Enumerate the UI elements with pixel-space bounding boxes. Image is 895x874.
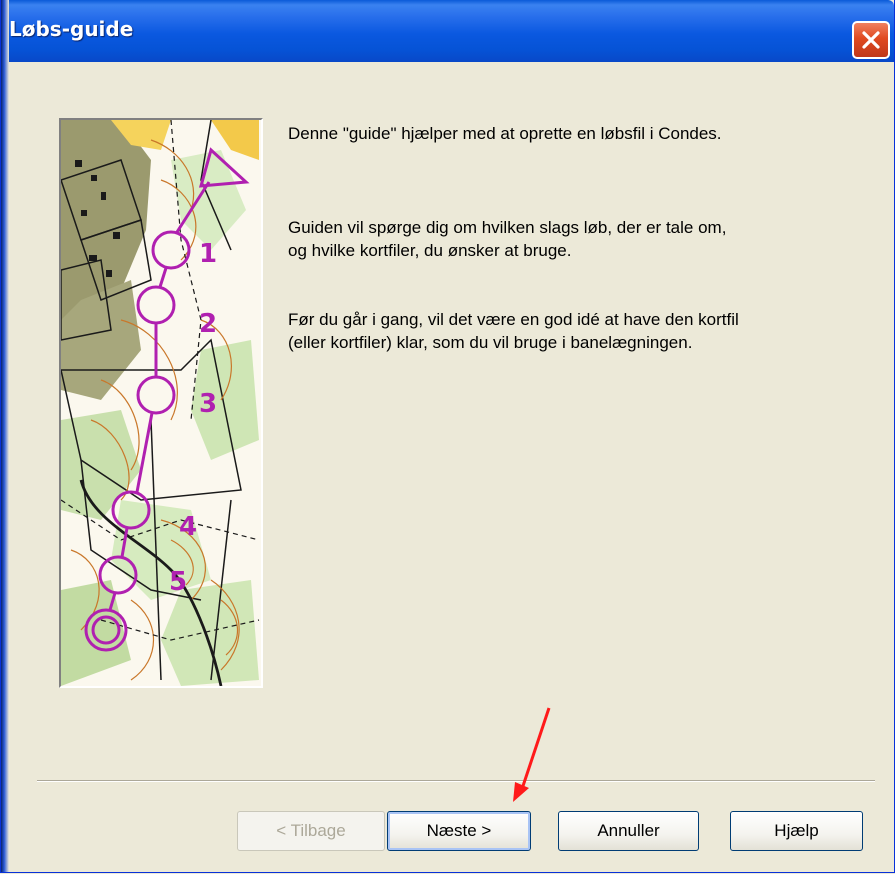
wizard-window: Løbs-guide 1 2 3 4 5 Denne "guide" hjælp…: [0, 0, 895, 873]
intro-paragraph-3: Før du går i gang, vil det være en god i…: [288, 308, 868, 354]
help-button[interactable]: Hjælp: [730, 811, 863, 851]
intro-text-line: og hvilke kortfiler, du ønsker at bruge.: [288, 241, 572, 260]
map-control-number-5: 5: [169, 567, 187, 597]
map-control-number-2: 2: [199, 309, 217, 339]
intro-paragraph-1: Denne "guide" hjælper med at oprette en …: [288, 122, 868, 145]
next-button[interactable]: Næste >: [387, 811, 531, 851]
map-illustration: 1 2 3 4 5: [61, 120, 261, 686]
button-separator: [37, 780, 875, 782]
window-title: Løbs-guide: [9, 17, 134, 41]
intro-paragraph-2: Guiden vil spørge dig om hvilken slags l…: [288, 216, 868, 262]
intro-text-line: Før du går i gang, vil det være en god i…: [288, 310, 739, 329]
intro-text-line: (eller kortfiler) klar, som du vil bruge…: [288, 333, 693, 352]
map-control-number-1: 1: [199, 239, 217, 269]
window-left-border: [1, 0, 9, 872]
intro-text-line: Denne "guide" hjælper med at oprette en …: [288, 124, 722, 143]
title-bar[interactable]: Løbs-guide: [1, 0, 894, 62]
map-control-number-3: 3: [199, 389, 217, 419]
map-control-number-4: 4: [179, 512, 197, 542]
close-button[interactable]: [852, 21, 890, 59]
orienteering-map-image: 1 2 3 4 5: [59, 118, 263, 688]
close-icon: [862, 31, 880, 49]
back-button[interactable]: < Tilbage: [237, 811, 385, 851]
intro-text-line: Guiden vil spørge dig om hvilken slags l…: [288, 218, 727, 237]
cancel-button[interactable]: Annuller: [558, 811, 699, 851]
